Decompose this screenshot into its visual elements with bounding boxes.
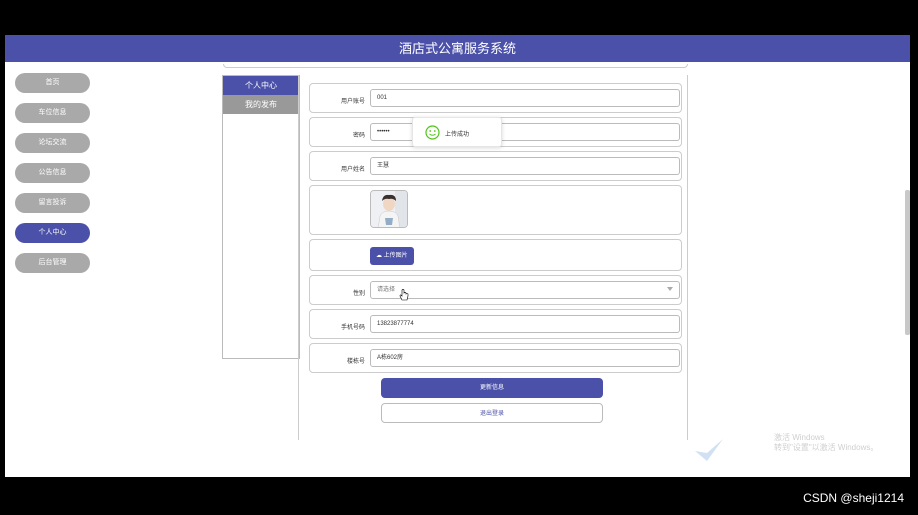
- chevron-down-icon: [667, 287, 673, 291]
- windows-logo-icon: [695, 439, 723, 461]
- avatar-row: [309, 185, 682, 235]
- upload-image-button[interactable]: ☁ 上传图片: [370, 247, 414, 265]
- sidebar-item-admin[interactable]: 后台管理: [15, 253, 90, 273]
- gender-label: 性别: [352, 291, 365, 297]
- app-window: 酒店式公寓服务系统 首页 车位信息 论坛交流 公告信息 留言投诉 个人中心 后台…: [5, 35, 910, 477]
- name-row: 用户姓名 王慧: [309, 151, 682, 181]
- watermark-line-1: 激活 Windows: [774, 433, 825, 442]
- sidebar-item-home[interactable]: 首页: [15, 73, 90, 93]
- personal-menu: 个人中心 我的发布: [222, 75, 300, 359]
- gender-row: 性别 请选择: [309, 275, 682, 305]
- top-divider: [223, 64, 688, 68]
- gender-select[interactable]: 请选择: [370, 281, 680, 299]
- account-input[interactable]: 001: [370, 89, 680, 107]
- name-input[interactable]: 王慧: [370, 157, 680, 175]
- cloud-upload-icon: ☁: [376, 253, 382, 259]
- watermark-line-2: 转到"设置"以激活 Windows。: [774, 443, 879, 452]
- menu-item-personal-center[interactable]: 个人中心: [223, 76, 299, 95]
- avatar[interactable]: [370, 190, 408, 228]
- hand-cursor-icon: [399, 289, 409, 301]
- smile-icon: [425, 125, 440, 140]
- phone-input[interactable]: 13823877774: [370, 315, 680, 333]
- upload-row: ☁ 上传图片: [309, 239, 682, 271]
- page-title: 酒店式公寓服务系统: [398, 41, 516, 56]
- password-label: 密码: [352, 133, 365, 139]
- page-scrollbar[interactable]: [905, 190, 910, 335]
- room-label: 楼栋号: [346, 359, 365, 365]
- upload-button-label: 上传图片: [383, 253, 408, 259]
- upload-success-toast: 上传成功: [412, 117, 502, 147]
- avatar-image: [371, 191, 407, 227]
- room-row: 楼栋号 A栋602房: [309, 343, 682, 373]
- logout-button[interactable]: 退出登录: [381, 403, 603, 423]
- sidebar-item-parking[interactable]: 车位信息: [15, 103, 90, 123]
- phone-row: 手机号码 13823877774: [309, 309, 682, 339]
- sidebar-item-personal-center[interactable]: 个人中心: [15, 223, 90, 243]
- name-label: 用户姓名: [340, 167, 365, 173]
- account-label: 用户账号: [340, 99, 365, 105]
- sidebar: 首页 车位信息 论坛交流 公告信息 留言投诉 个人中心 后台管理: [15, 73, 95, 283]
- app-header: 酒店式公寓服务系统: [5, 35, 910, 62]
- gender-placeholder: 请选择: [377, 287, 396, 293]
- activation-watermark: 激活 Windows 转到"设置"以激活 Windows。: [774, 433, 878, 453]
- sidebar-item-complaint[interactable]: 留言投诉: [15, 193, 90, 213]
- account-row: 用户账号 001: [309, 83, 682, 113]
- sidebar-item-notice[interactable]: 公告信息: [15, 163, 90, 183]
- menu-item-my-posts[interactable]: 我的发布: [223, 95, 299, 114]
- update-info-button[interactable]: 更新信息: [381, 378, 603, 398]
- phone-label: 手机号码: [340, 325, 365, 331]
- sidebar-item-forum[interactable]: 论坛交流: [15, 133, 90, 153]
- toast-text: 上传成功: [445, 132, 470, 138]
- csdn-credit: CSDN @sheji1214: [803, 491, 904, 505]
- room-input[interactable]: A栋602房: [370, 349, 680, 367]
